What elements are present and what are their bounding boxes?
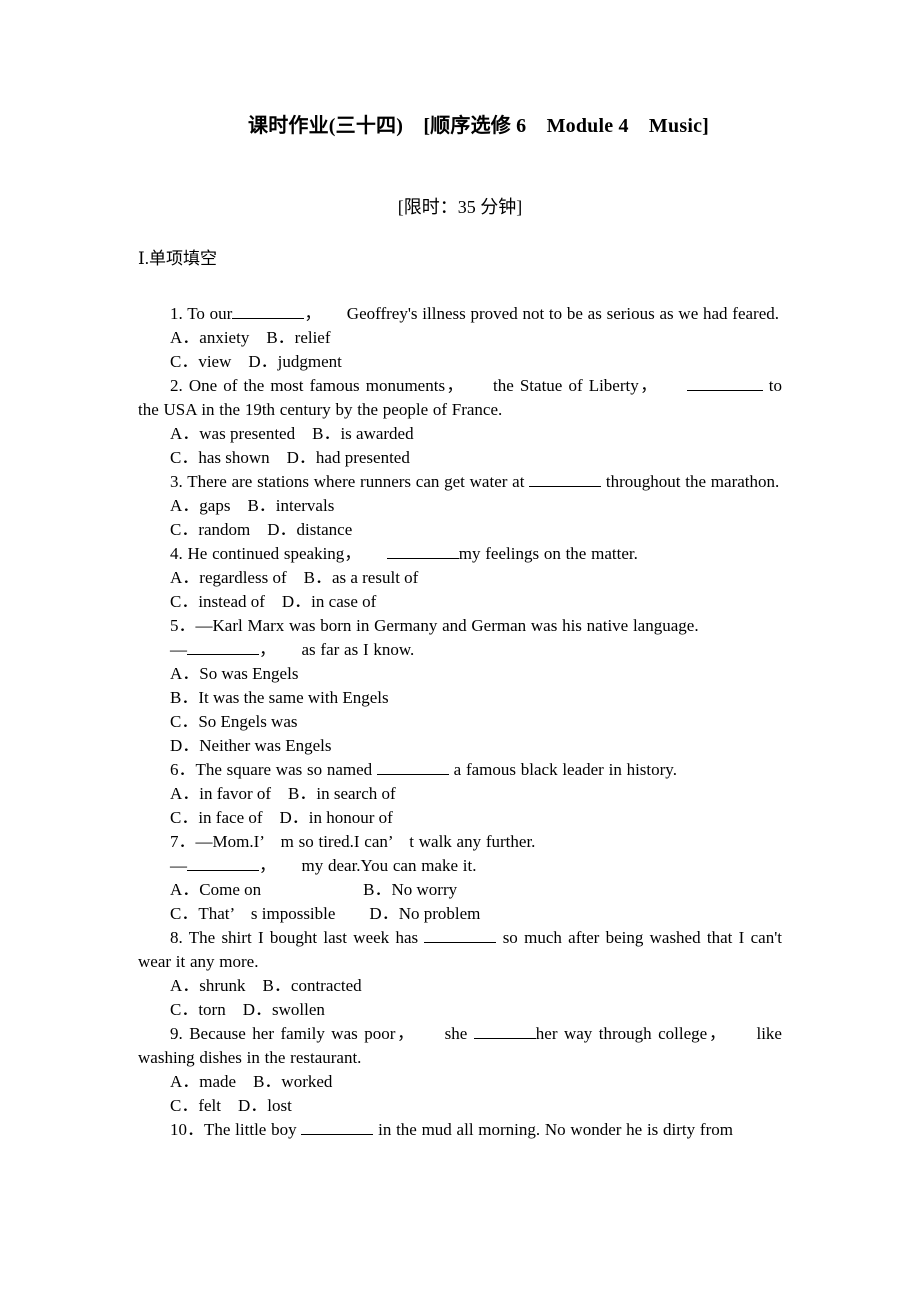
stem-text: my feelings on the matter. [458, 544, 638, 563]
option-line[interactable]: A．anxiety B．relief [138, 326, 782, 350]
stem-text: 1. To our [170, 304, 233, 323]
question-stem: 4. He continued speaking， my feelings on… [138, 542, 782, 566]
section-heading: Ⅰ.单项填空 [138, 249, 217, 268]
question-list: 1. To our ， Geoffrey's illness proved not… [138, 272, 782, 1142]
question-stem: 1. To our ， Geoffrey's illness proved not… [138, 302, 782, 326]
stem-text: 4. He continued speaking， [170, 544, 387, 563]
question-stem: 8. The shirt I bought last week has so m… [138, 926, 782, 974]
option-line[interactable]: C．view D．judgment [138, 350, 782, 374]
answer-blank[interactable] [424, 942, 497, 943]
option-line[interactable]: C．That’ s impossible D．No problem [138, 902, 782, 926]
document-page: 课时作业(三十四) [顺序选修 6 Module 4 Music] [限时：35… [0, 0, 920, 1302]
option-line[interactable]: C．felt D．lost [138, 1094, 782, 1118]
answer-blank[interactable] [232, 318, 305, 319]
stem-text: 2. One of the most famous monuments， the… [170, 376, 687, 395]
option-line[interactable]: C．So Engels was [138, 710, 782, 734]
stem-text: — [170, 856, 187, 875]
stem-text: a famous black leader in history. [448, 760, 677, 779]
question-item: 3. There are stations where runners can … [138, 470, 782, 542]
option-line[interactable]: D．Neither was Engels [138, 734, 782, 758]
question-item: 6．The square was so named a famous black… [138, 758, 782, 830]
question-item: 2. One of the most famous monuments， the… [138, 374, 782, 470]
option-line[interactable]: C．torn D．swollen [138, 998, 782, 1022]
answer-blank[interactable] [686, 390, 763, 391]
stem-text: ， my dear.You can make it. [259, 856, 477, 875]
question-stem: 6．The square was so named a famous black… [138, 758, 782, 782]
answer-blank[interactable] [187, 870, 259, 871]
option-line[interactable]: A．was presented B．is awarded [138, 422, 782, 446]
option-line[interactable]: C．random D．distance [138, 518, 782, 542]
question-stem: 3. There are stations where runners can … [138, 470, 782, 494]
answer-blank[interactable] [376, 774, 449, 775]
stem-text: 8. The shirt I bought last week has [170, 928, 425, 947]
question-stem: 7．—Mom.I’ m so tired.I can’ t walk any f… [170, 832, 536, 851]
answer-blank[interactable] [386, 558, 459, 559]
option-line[interactable]: A．regardless of B．as a result of [138, 566, 782, 590]
question-item: 5．—Karl Marx was born in Germany and Ger… [138, 614, 782, 758]
question-stem: 2. One of the most famous monuments， the… [138, 374, 782, 422]
question-item: 1. To our ， Geoffrey's illness proved not… [138, 302, 782, 374]
option-line[interactable]: C．instead of D．in case of [138, 590, 782, 614]
answer-blank[interactable] [301, 1134, 374, 1135]
option-line[interactable]: C．has shown D．had presented [138, 446, 782, 470]
option-line[interactable]: B．It was the same with Engels [138, 686, 782, 710]
option-line[interactable]: A．in favor of B．in search of [138, 782, 782, 806]
question-stem: 5．—Karl Marx was born in Germany and Ger… [170, 616, 699, 635]
time-limit-label: [限时：35 分钟] [397, 197, 523, 217]
stem-text: 10．The little boy [170, 1120, 302, 1139]
answer-blank[interactable] [473, 1038, 536, 1039]
answer-blank[interactable] [529, 486, 602, 487]
option-line[interactable]: A．So was Engels [138, 662, 782, 686]
page-title: 课时作业(三十四) [顺序选修 6 Module 4 Music] [248, 115, 710, 137]
question-stem-reply: — ， my dear.You can make it. [138, 854, 782, 878]
stem-text: — [170, 640, 187, 659]
stem-text: 3. There are stations where runners can … [170, 472, 530, 491]
question-stem: 9. Because her family was poor， she her … [138, 1022, 782, 1070]
option-line[interactable]: A．Come on B．No worry [138, 878, 782, 902]
stem-text: ， Geoffrey's illness proved not to be as… [304, 304, 779, 323]
stem-text: ， as far as I know. [259, 640, 415, 659]
question-item: 9. Because her family was poor， she her … [138, 1022, 782, 1118]
question-item: 8. The shirt I bought last week has so m… [138, 926, 782, 1022]
option-line[interactable]: A．made B．worked [138, 1070, 782, 1094]
stem-text: in the mud all morning. No wonder he is … [373, 1120, 733, 1139]
question-stem-reply: — ， as far as I know. [138, 638, 782, 662]
question-stem: 10．The little boy in the mud all morning… [138, 1118, 782, 1142]
option-line[interactable]: A．shrunk B．contracted [138, 974, 782, 998]
question-item: 4. He continued speaking， my feelings on… [138, 542, 782, 614]
option-line[interactable]: A．gaps B．intervals [138, 494, 782, 518]
option-line[interactable]: C．in face of D．in honour of [138, 806, 782, 830]
stem-text: 9. Because her family was poor， she [170, 1024, 474, 1043]
stem-text: 6．The square was so named [170, 760, 377, 779]
question-item: 10．The little boy in the mud all morning… [138, 1118, 782, 1142]
answer-blank[interactable] [187, 654, 259, 655]
stem-text: throughout the marathon. [601, 472, 780, 491]
question-item: 7．—Mom.I’ m so tired.I can’ t walk any f… [138, 830, 782, 926]
